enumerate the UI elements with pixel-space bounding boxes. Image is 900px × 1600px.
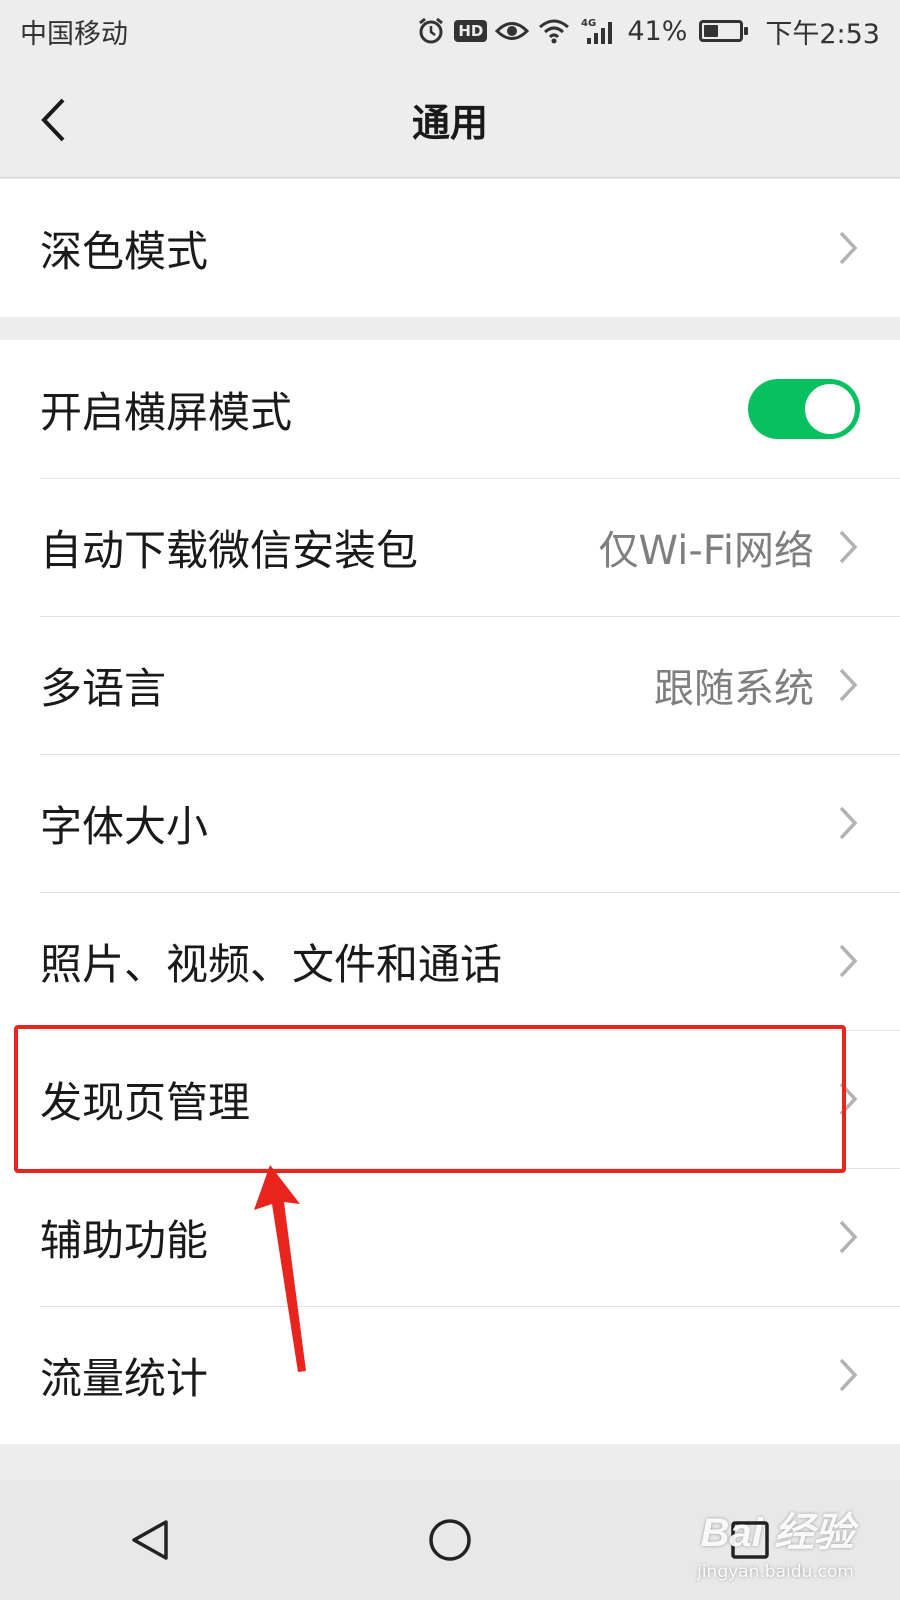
chevron-right-icon	[836, 942, 860, 980]
settings-item-font-size[interactable]: 字体大小	[0, 754, 900, 892]
battery-icon	[699, 20, 749, 42]
settings-item-dark-mode[interactable]: 深色模式	[0, 179, 900, 317]
chevron-right-icon	[836, 804, 860, 842]
settings-item-landscape-mode: 开启横屏模式	[0, 340, 900, 478]
settings-item-auto-download[interactable]: 自动下载微信安装包 仅Wi-Fi网络	[0, 478, 900, 616]
settings-item-accessibility[interactable]: 辅助功能	[0, 1168, 900, 1306]
chevron-right-icon	[836, 528, 860, 566]
chevron-left-icon	[41, 98, 65, 142]
settings-item-label: 开启横屏模式	[40, 387, 293, 437]
settings-item-value: 跟随系统	[654, 666, 814, 712]
toggle-knob	[805, 384, 855, 434]
settings-item-media-files[interactable]: 照片、视频、文件和通话	[0, 892, 900, 1030]
network-type: 4G	[581, 18, 596, 29]
settings-item-label: 发现页管理	[40, 1077, 251, 1127]
settings-item-label: 辅助功能	[40, 1215, 209, 1265]
settings-item-label: 字体大小	[40, 801, 209, 851]
battery-percent: 41%	[627, 15, 688, 47]
signal-icon: 4G	[579, 16, 619, 46]
home-circle-icon[interactable]	[410, 1500, 490, 1580]
settings-item-label: 深色模式	[40, 226, 209, 276]
battery-fill	[704, 25, 719, 37]
eye-icon	[495, 18, 530, 44]
chevron-right-icon	[836, 1080, 860, 1118]
hd-icon: HD	[454, 20, 488, 42]
back-button[interactable]	[28, 90, 78, 150]
landscape-toggle[interactable]	[748, 379, 860, 439]
nav-bar: 通用	[0, 62, 900, 178]
watermark-url: jingyan.baidu.com	[697, 1562, 854, 1582]
back-triangle-icon[interactable]	[110, 1500, 190, 1580]
settings-item-label: 照片、视频、文件和通话	[40, 939, 503, 989]
settings-group-display: 深色模式	[0, 179, 900, 317]
status-icons: HD 4G 41% 下午2:53	[416, 12, 880, 51]
settings-item-value: 仅Wi-Fi网络	[598, 528, 814, 574]
settings-item-data-usage[interactable]: 流量统计	[0, 1306, 900, 1444]
chevron-right-icon	[836, 1218, 860, 1256]
settings-item-discover-manage[interactable]: 发现页管理	[0, 1030, 900, 1168]
chevron-right-icon	[836, 1356, 860, 1394]
carrier-name: 中国移动	[20, 18, 128, 50]
status-bar: 中国移动 HD 4G 41% 下午2:53	[0, 0, 900, 62]
settings-group-general: 开启横屏模式 自动下载微信安装包 仅Wi-Fi网络 多语言 跟随系统 字体大小 …	[0, 340, 900, 1444]
chevron-right-icon	[836, 666, 860, 704]
settings-item-label: 流量统计	[40, 1353, 209, 1403]
watermark: Bai 经验 jingyan.baidu.com	[697, 1500, 854, 1582]
settings-item-label: 自动下载微信安装包	[40, 525, 419, 575]
clock: 下午2:53	[765, 18, 880, 50]
settings-item-language[interactable]: 多语言 跟随系统	[0, 616, 900, 754]
chevron-right-icon	[836, 229, 860, 267]
wifi-icon	[537, 18, 571, 44]
settings-item-label: 多语言	[40, 663, 167, 713]
page-title: 通用	[411, 101, 488, 145]
annotation-arrow-icon	[254, 1165, 306, 1372]
alarm-icon	[416, 16, 446, 46]
watermark-logo: Bai 经验	[700, 1511, 854, 1555]
